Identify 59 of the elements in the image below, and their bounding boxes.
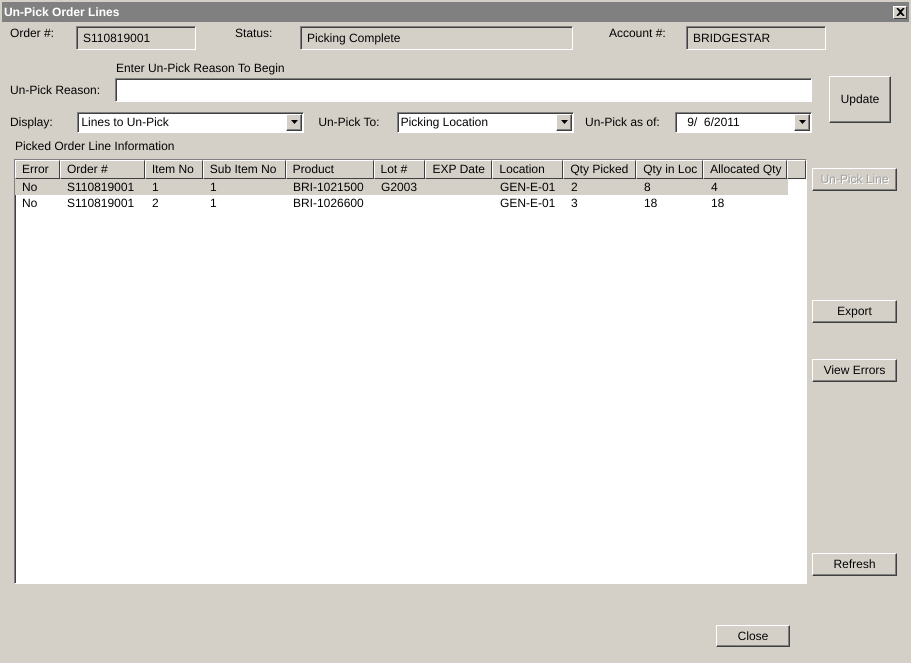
table-cell-text: 1 (209, 195, 218, 211)
dropdown[interactable]: Lines to Un-Pick (77, 112, 304, 132)
table-cell-text: 1 (151, 179, 160, 195)
column-header[interactable]: Lot # (374, 160, 426, 179)
table-cell-text: 8 (643, 179, 652, 195)
dropdown[interactable]: 9/ 6/2011 (675, 112, 812, 132)
field-label: Status: (235, 26, 274, 42)
field-label: Un-Pick To: (318, 114, 380, 130)
field-label: Display: (10, 114, 54, 130)
table-cell-text: 2 (570, 179, 579, 195)
table-cell-text: BRI-1026600 (292, 195, 365, 211)
table-cell-text: 2 (151, 195, 160, 211)
dropdown[interactable]: Picking Location (396, 112, 574, 132)
readonly-field: S110819001 (76, 26, 196, 50)
column-header[interactable]: Order # (60, 160, 145, 179)
dropdown-arrow-icon (560, 120, 568, 124)
table-cell-text: S110819001 (66, 195, 136, 211)
column-header[interactable]: Error (15, 160, 60, 179)
column-header[interactable]: Item No (144, 160, 203, 179)
column-header[interactable]: Qty in Loc (636, 160, 704, 179)
field-label: Order #: (10, 26, 56, 42)
field-label: Un-Pick Reason: (10, 82, 102, 98)
hint-text: Enter Un-Pick Reason To Begin (116, 60, 286, 76)
table-cell-text: 1 (209, 179, 218, 195)
table-cell-text: BRI-1021500 (292, 179, 365, 195)
table-cell-text: No (21, 179, 38, 195)
column-header[interactable]: Location (492, 160, 564, 179)
column-header[interactable] (787, 160, 806, 179)
column-header[interactable]: Product (286, 160, 374, 179)
section-caption: Picked Order Line Information (15, 138, 176, 154)
table-cell-text: GEN-E-01 (499, 195, 556, 211)
table-cell-text: No (21, 195, 38, 211)
table-cell-text: 18 (643, 195, 658, 211)
column-header[interactable]: Qty Picked (563, 160, 636, 179)
table-cell-text: 4 (710, 179, 719, 195)
column-header[interactable]: Sub Item No (202, 160, 286, 179)
dropdown-arrow-icon (798, 120, 806, 124)
close-dialog-button[interactable]: Close (716, 625, 790, 647)
window-title: Un-Pick Order Lines (4, 4, 120, 20)
selected-row[interactable]: No S110819001 1 1 BRI-1021500 G2003 GEN-E-01 2 8 4 (15, 179, 788, 195)
reason-field[interactable] (115, 78, 812, 102)
update-button[interactable]: Update (829, 76, 891, 123)
table-cell-text: S110819001 (66, 179, 136, 195)
column-header[interactable]: EXP Date (425, 160, 492, 179)
action-button[interactable]: Export (812, 300, 897, 323)
table-cell-text: 3 (570, 195, 579, 211)
table-cell-text: 18 (710, 195, 726, 211)
readonly-field: Picking Complete (300, 26, 573, 50)
dropdown-arrow-icon (290, 120, 298, 124)
field-label: Un-Pick as of: (585, 114, 661, 130)
close-button[interactable] (893, 6, 907, 18)
table-cell-text: G2003 (380, 179, 418, 195)
close-icon (896, 8, 904, 16)
action-button[interactable]: View Errors (812, 359, 897, 382)
table-cell-text: GEN-E-01 (499, 179, 556, 195)
field-label: Account #: (609, 26, 667, 42)
action-button[interactable]: Refresh (812, 553, 897, 576)
readonly-field: BRIDGESTAR (686, 26, 826, 50)
column-header[interactable]: Allocated Qty (703, 160, 788, 179)
